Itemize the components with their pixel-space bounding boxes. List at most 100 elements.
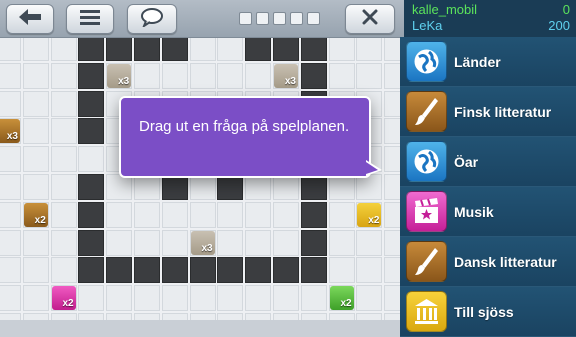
board-cell[interactable] [0,146,21,173]
board-cell[interactable] [217,313,244,320]
board-cell[interactable] [189,201,216,228]
board-cell[interactable] [189,62,216,89]
board-cell[interactable] [384,313,400,320]
board-cell[interactable] [78,146,105,173]
board-cell[interactable] [78,285,105,312]
board-cell[interactable] [328,62,355,89]
board-cell[interactable] [161,285,188,312]
board-cell[interactable] [300,313,327,320]
board-cell[interactable] [161,313,188,320]
board-cell[interactable] [22,118,49,145]
chat-button[interactable] [127,4,177,34]
category-item-dansk-litteratur[interactable]: Dansk litteratur [400,237,576,287]
board-cell[interactable] [384,118,400,145]
board-cell[interactable] [0,257,21,284]
board-cell[interactable] [300,285,327,312]
board-cell[interactable] [50,313,77,320]
board-cell[interactable] [384,62,400,89]
board-cell[interactable] [161,229,188,256]
category-item-till-sjoss[interactable]: Till sjöss [400,287,576,337]
board-cell[interactable] [0,90,21,117]
board-cell[interactable] [328,201,355,228]
board-cell[interactable] [22,38,49,61]
board-cell[interactable] [356,62,383,89]
board-cell[interactable] [134,313,160,320]
board-cell[interactable] [22,146,49,173]
board-cell[interactable] [22,257,49,284]
board-cell[interactable] [161,62,188,89]
board-cell[interactable] [22,229,49,256]
board-cell[interactable] [384,257,400,284]
board-cell[interactable] [134,229,160,256]
category-item-finsk-litteratur[interactable]: Finsk litteratur [400,87,576,137]
board-cell[interactable] [356,38,383,61]
board-cell[interactable] [217,62,244,89]
board-cell[interactable] [0,62,21,89]
board-cell[interactable] [245,62,272,89]
board-cell[interactable] [384,285,400,312]
board-cell[interactable] [106,285,133,312]
board-cell[interactable] [217,285,244,312]
bonus-tile[interactable]: x3 [190,230,215,255]
board-cell[interactable] [50,62,77,89]
board-cell[interactable] [273,229,299,256]
board-cell[interactable] [273,285,299,312]
board-cell[interactable] [384,174,400,200]
board-cell[interactable] [134,62,160,89]
board-cell[interactable] [22,174,49,200]
bonus-tile[interactable]: x2 [23,202,48,227]
bonus-tile[interactable]: x3 [0,119,20,144]
board-cell[interactable] [50,146,77,173]
board-cell[interactable] [22,90,49,117]
board-cell[interactable] [356,229,383,256]
board-cell[interactable] [245,313,272,320]
board-cell[interactable] [0,38,21,61]
board-cell[interactable] [50,118,77,145]
board-cell[interactable] [245,285,272,312]
board-cell[interactable] [328,257,355,284]
bonus-tile[interactable]: x3 [274,63,298,88]
board-cell[interactable] [356,313,383,320]
board-cell[interactable] [189,313,216,320]
board-cell[interactable] [134,201,160,228]
board-cell[interactable] [50,90,77,117]
board-cell[interactable] [384,229,400,256]
board-cell[interactable] [328,38,355,61]
board-cell[interactable] [217,38,244,61]
board-cell[interactable] [0,229,21,256]
board-cell[interactable] [328,229,355,256]
board-cell[interactable] [106,201,133,228]
board-cell[interactable] [384,146,400,173]
bonus-tile[interactable]: x2 [357,202,382,227]
bonus-tile[interactable]: x2 [329,286,354,311]
board-cell[interactable] [384,38,400,61]
board-cell[interactable] [217,201,244,228]
board-cell[interactable] [384,90,400,117]
board-cell[interactable] [189,285,216,312]
board-cell[interactable] [0,201,21,228]
board-cell[interactable] [50,229,77,256]
board-cell[interactable] [50,257,77,284]
back-button[interactable] [6,4,54,34]
board-cell[interactable] [273,201,299,228]
category-item-musik[interactable]: Musik [400,187,576,237]
board-cell[interactable] [356,257,383,284]
board-cell[interactable] [22,313,49,320]
board-cell[interactable] [0,285,21,312]
category-item-lander[interactable]: Länder [400,37,576,87]
board-cell[interactable] [78,313,105,320]
board-cell[interactable] [50,38,77,61]
board-cell[interactable] [106,313,133,320]
menu-button[interactable] [66,4,114,34]
board-cell[interactable] [217,229,244,256]
board-cell[interactable] [328,313,355,320]
board-cell[interactable] [245,201,272,228]
board-cell[interactable] [0,174,21,200]
board-cell[interactable] [245,229,272,256]
board-cell[interactable] [384,201,400,228]
board-cell[interactable] [0,313,21,320]
board-cell[interactable] [50,201,77,228]
board-cell[interactable] [22,285,49,312]
close-button[interactable] [345,4,395,34]
category-item-oar[interactable]: Öar [400,137,576,187]
